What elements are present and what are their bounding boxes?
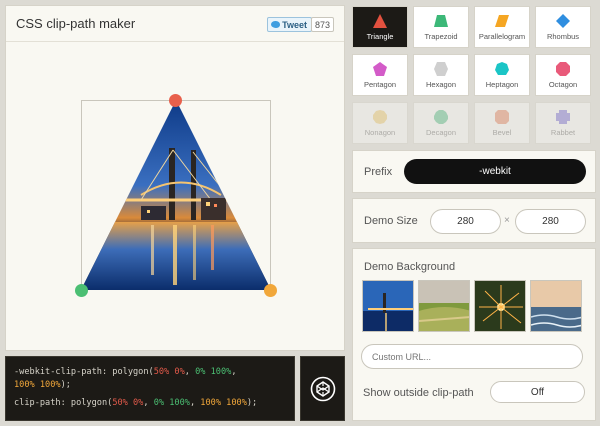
tweet-button[interactable]: Tweet [267,17,312,32]
show-outside-toggle[interactable]: Off [490,381,585,403]
shape-nonagon-button[interactable]: Nonagon [352,102,408,144]
hexagon-icon [434,62,448,76]
shape-label: Octagon [548,80,578,89]
nonagon-icon [373,110,387,124]
demo-height-input[interactable]: 280 [515,209,586,234]
clip-point-top-handle[interactable] [169,94,182,107]
bg-thumb-bridge[interactable] [362,280,414,332]
shape-label: Triangle [366,32,394,41]
heptagon-icon [495,62,509,75]
shape-label: Pentagon [363,80,397,89]
sparkler-thumb-image [475,281,525,331]
tweet-label: Tweet [282,19,307,30]
standard-code-line: clip-path: polygon(50% 0%, 0% 100%, 100%… [14,398,258,409]
clip-point-right-handle[interactable] [264,284,277,297]
shape-label: Hexagon [425,80,457,89]
css-code-output[interactable]: -webkit-clip-path: polygon(50% 0%, 0% 10… [5,356,295,421]
field-thumb-image [419,281,469,331]
demo-width-input[interactable]: 280 [430,209,501,234]
shape-label: Bevel [492,128,512,137]
shape-heptagon-button[interactable]: Heptagon [474,54,530,96]
shape-rabbet-button[interactable]: Rabbet [535,102,591,144]
codepen-button[interactable] [300,356,345,421]
shape-label: Decagon [425,128,457,137]
bg-thumb-sparkler[interactable] [474,280,526,332]
webkit-code-line: -webkit-clip-path: polygon(50% 0%, 0% 10… [14,367,237,390]
demo-panel: CSS clip-path maker Tweet 873 [5,5,345,351]
shape-label: Rhombus [546,32,580,41]
shape-bevel-button[interactable]: Bevel [474,102,530,144]
pentagon-icon [373,62,387,76]
shape-triangle-button[interactable]: Triangle [352,6,408,48]
triangle-icon [373,14,387,28]
prefix-panel: Prefix -webkit [352,150,596,193]
prefix-select[interactable]: -webkit [404,159,586,184]
shape-pentagon-button[interactable]: Pentagon [352,54,408,96]
clip-stage [6,43,344,350]
shape-label: Nonagon [364,128,396,137]
rabbet-icon [556,110,570,124]
show-outside-label: Show outside clip-path [363,387,474,399]
trapezoid-icon [434,15,448,27]
tweet-count-badge: 873 [310,17,334,32]
demo-background-label: Demo Background [364,261,456,273]
bridge-thumb-image [363,281,413,331]
shape-label: Heptagon [485,80,519,89]
octagon-icon [556,62,570,76]
shape-label: Rabbet [550,128,576,137]
rhombus-icon [556,14,570,28]
bevel-icon [495,110,509,124]
shape-trapezoid-button[interactable]: Trapezoid [413,6,469,48]
shape-parallelogram-button[interactable]: Parallelogram [474,6,530,48]
size-separator: × [504,215,510,226]
custom-url-input[interactable] [361,344,583,369]
codepen-icon [310,376,335,401]
demo-size-panel: Demo Size 280 × 280 [352,198,596,243]
shape-label: Parallelogram [478,32,526,41]
prefix-label: Prefix [364,166,393,178]
demo-header: CSS clip-path maker Tweet 873 [6,6,344,42]
bg-thumb-sea[interactable] [530,280,582,332]
twitter-bird-icon [271,21,281,28]
bg-thumb-field[interactable] [418,280,470,332]
shape-label: Trapezoid [424,32,458,41]
demo-size-label: Demo Size [364,215,418,227]
shape-hexagon-button[interactable]: Hexagon [413,54,469,96]
page-title: CSS clip-path maker [16,16,136,31]
clip-point-left-handle[interactable] [75,284,88,297]
sea-thumb-image [531,281,581,331]
decagon-icon [434,110,448,124]
parallelogram-icon [495,15,509,27]
shape-rhombus-button[interactable]: Rhombus [535,6,591,48]
shape-decagon-button[interactable]: Decagon [413,102,469,144]
shape-octagon-button[interactable]: Octagon [535,54,591,96]
